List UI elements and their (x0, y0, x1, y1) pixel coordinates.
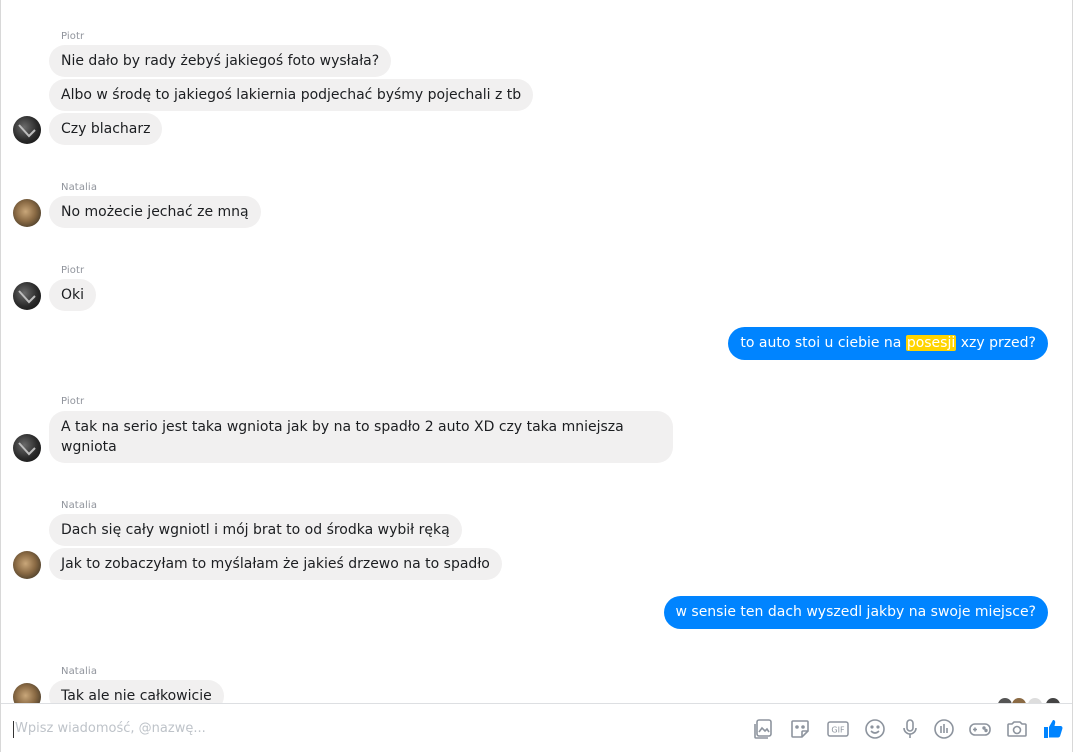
svg-text:GIF: GIF (831, 726, 845, 735)
photos-icon[interactable] (751, 716, 777, 742)
avatar-image (18, 290, 36, 304)
chat-window (0, 0, 1073, 752)
avatar-image (18, 124, 36, 138)
message-bubble[interactable]: Oki (49, 279, 97, 311)
games-icon[interactable] (967, 716, 993, 742)
avatar[interactable] (13, 282, 41, 310)
message-bubble[interactable]: Dach się cały wgniotl i mój brat to od ś… (49, 514, 462, 546)
poll-icon[interactable] (931, 716, 957, 742)
sender-name: Piotr (61, 396, 85, 407)
avatar[interactable] (13, 199, 41, 227)
text-caret (13, 721, 14, 738)
sticker-icon[interactable] (787, 716, 813, 742)
message-bubble-outgoing[interactable]: to auto stoi u ciebie na posesji xzy prz… (728, 327, 1048, 360)
camera-icon[interactable] (1004, 716, 1030, 742)
composer-bar: Wpisz wiadomość, @nazwę... GIF (1, 703, 1072, 752)
message-text: to auto stoi u ciebie na (740, 335, 906, 351)
emoji-icon[interactable] (862, 716, 888, 742)
gif-icon[interactable]: GIF (825, 716, 851, 742)
search-highlight: posesji (905, 335, 957, 351)
avatar[interactable] (13, 434, 41, 462)
avatar[interactable] (13, 116, 41, 144)
message-bubble[interactable]: Nie dało by rady żebyś jakiegoś foto wys… (49, 45, 392, 77)
message-bubble-outgoing[interactable]: w sensie ten dach wyszedl jakby na swoje… (663, 596, 1048, 629)
message-bubble[interactable]: A tak na serio jest taka wgniota jak by … (49, 411, 673, 463)
message-bubble[interactable]: Jak to zobaczyłam to myślałam że jakieś … (49, 548, 502, 580)
message-text: xzy przed? (956, 335, 1036, 351)
message-input[interactable]: Wpisz wiadomość, @nazwę... (15, 721, 206, 736)
like-icon[interactable] (1041, 716, 1067, 742)
sender-name: Natalia (61, 182, 98, 193)
message-bubble[interactable]: Czy blacharz (49, 113, 163, 145)
sender-name: Piotr (61, 31, 85, 42)
avatar-image (18, 442, 36, 456)
message-bubble[interactable]: No możecie jechać ze mną (49, 196, 261, 228)
sender-name: Natalia (61, 666, 98, 677)
sender-name: Natalia (61, 500, 98, 511)
avatar[interactable] (13, 551, 41, 579)
message-bubble[interactable]: Albo w środę to jakiegoś lakiernia podje… (49, 79, 534, 111)
microphone-icon[interactable] (897, 716, 923, 742)
sender-name: Piotr (61, 265, 85, 276)
